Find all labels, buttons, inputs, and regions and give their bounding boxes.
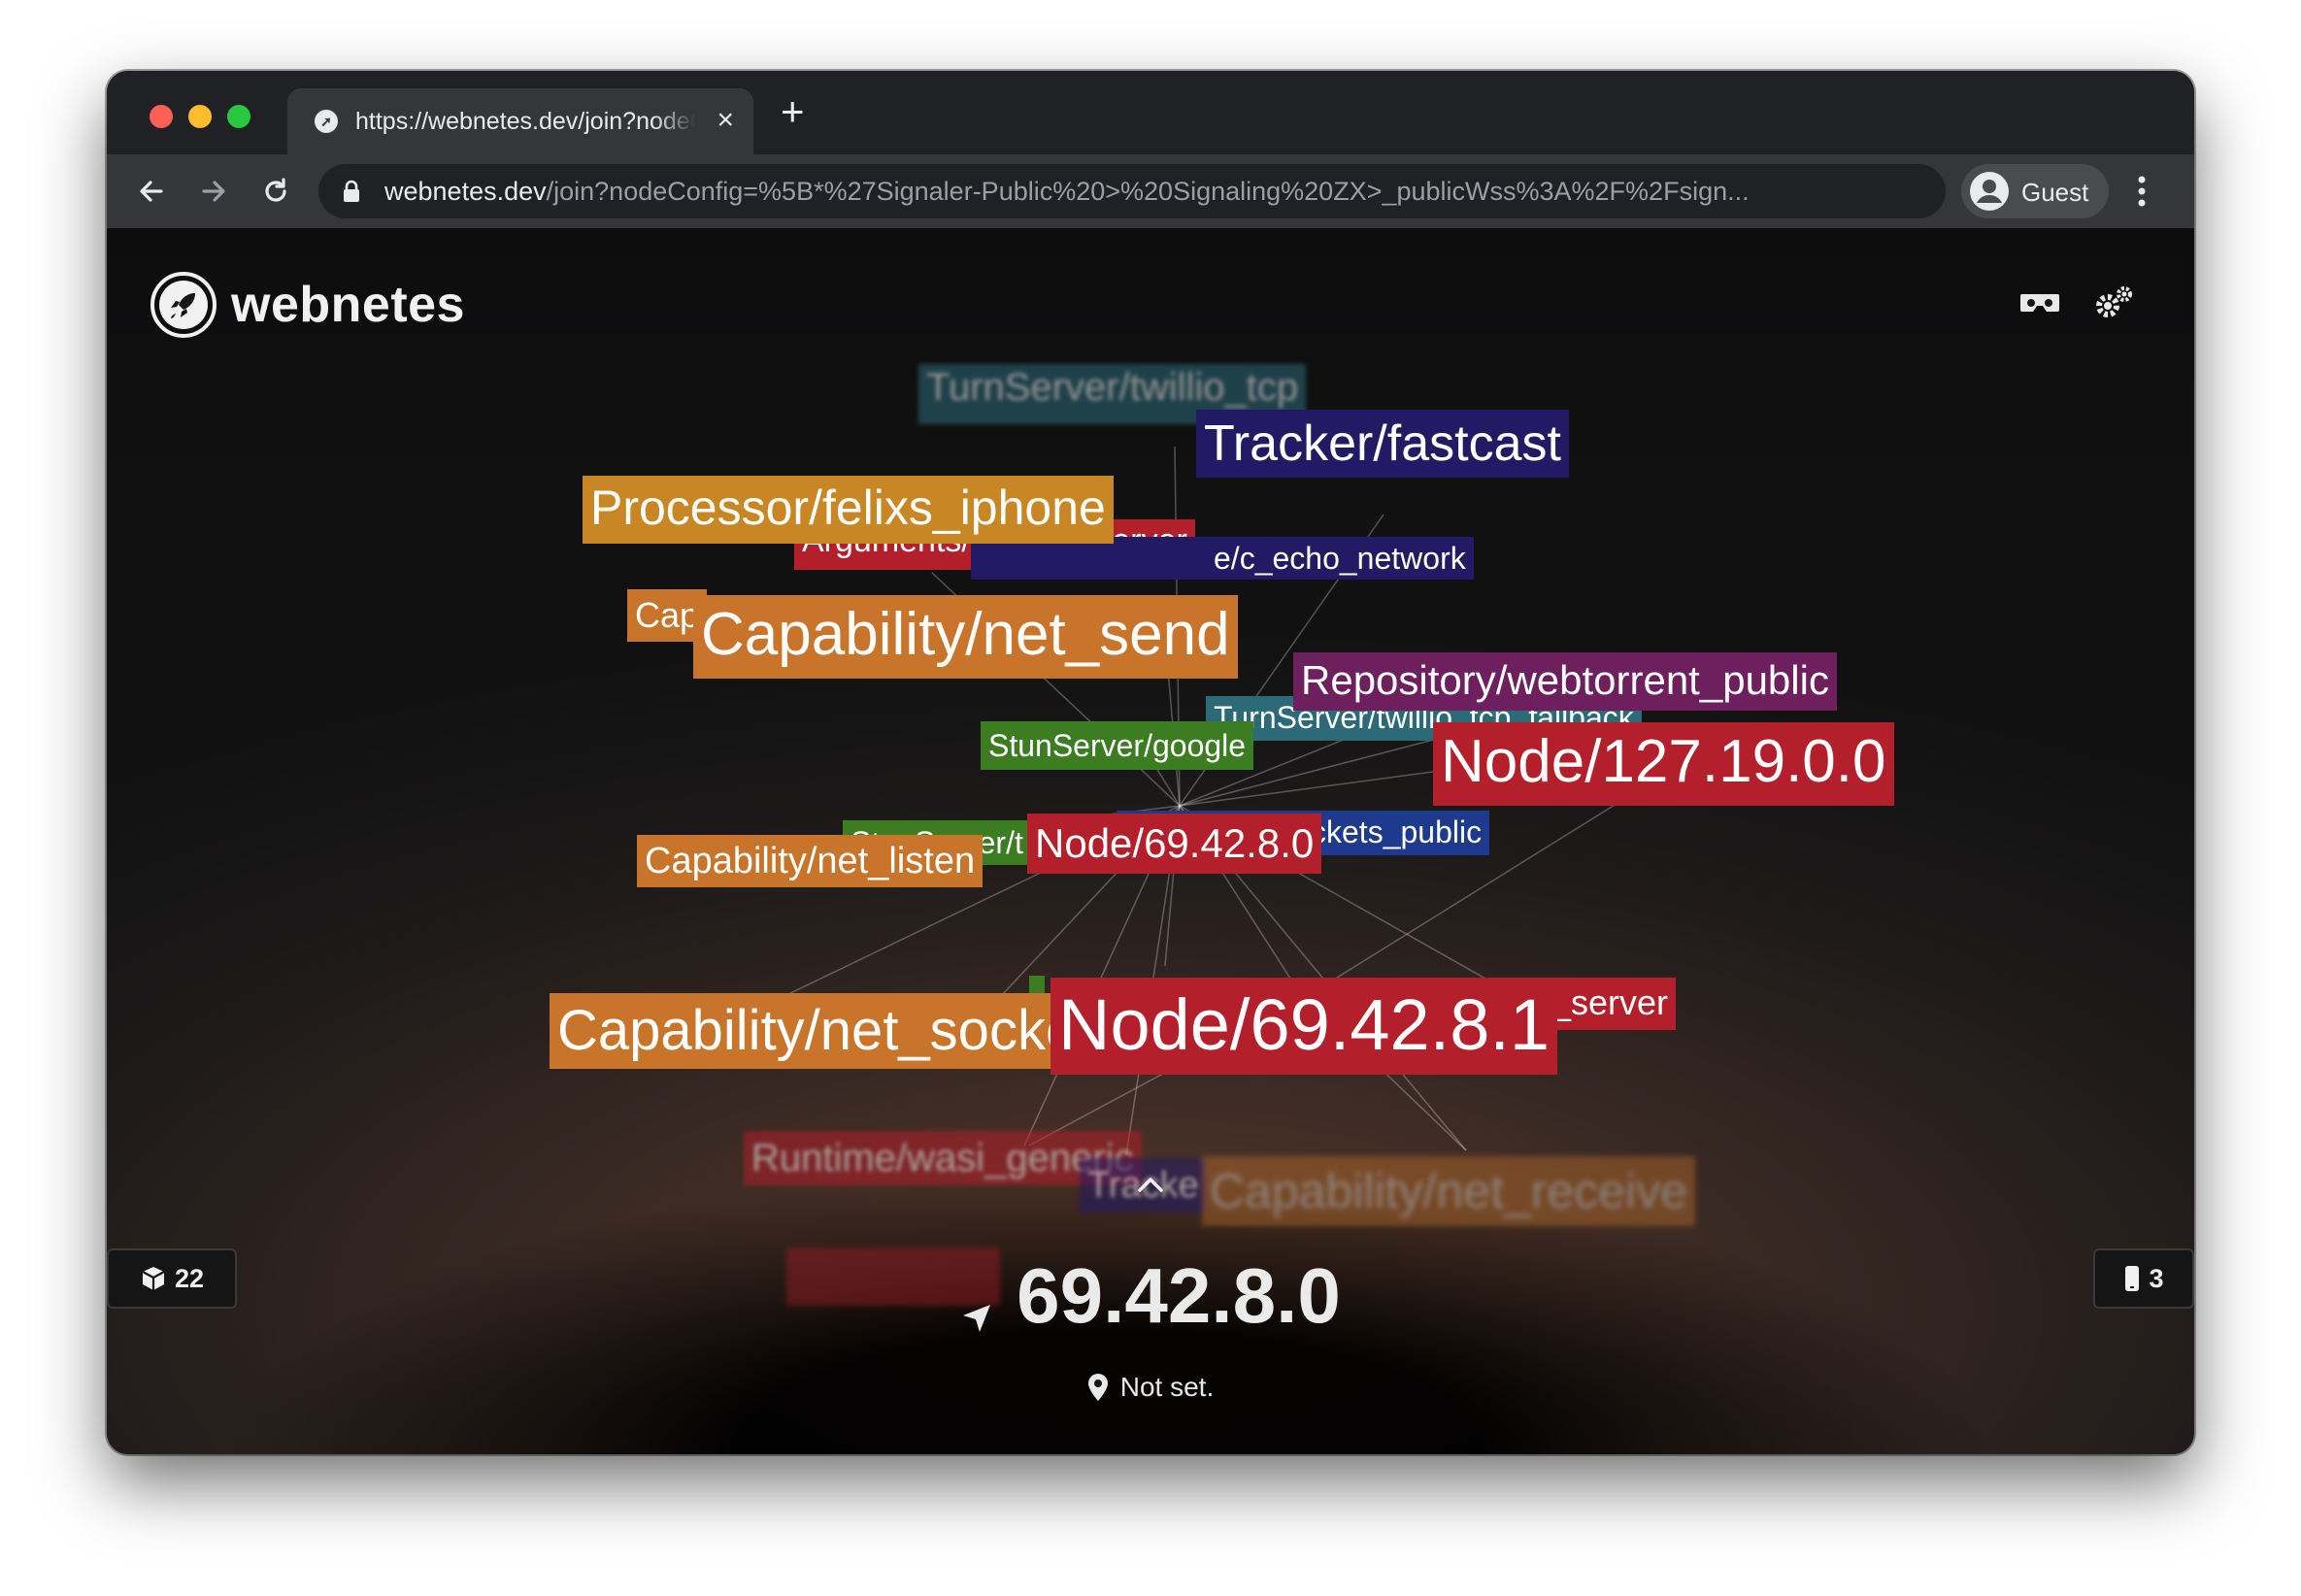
node-ip-row: 69.42.8.0: [107, 1252, 2194, 1340]
graph-label-net-listen[interactable]: Capability/net_listen: [637, 835, 984, 887]
graph-label-server[interactable]: _server: [1544, 978, 1677, 1030]
graph-label-node-69-1[interactable]: Node/69.42.8.1: [1050, 978, 1558, 1075]
graph-label-repository[interactable]: Repository/webtorrent_public: [1293, 652, 1837, 711]
graph-label-node-69-0[interactable]: Node/69.42.8.0: [1027, 814, 1322, 874]
graph-label-tracker[interactable]: Tracker/fastcast: [1196, 410, 1569, 478]
tab-strip: ➚ https://webnetes.dev/join?nodeConfig= …: [107, 71, 2194, 154]
node-ip: 69.42.8.0: [1017, 1252, 1341, 1339]
profile-label: Guest: [2021, 178, 2089, 207]
minimize-window-button[interactable]: [188, 105, 212, 128]
graph-label-processor[interactable]: Processor/felixs_iphone: [583, 476, 1114, 544]
expand-chevron-up-icon[interactable]: [1136, 1175, 1165, 1194]
forward-arrow-icon[interactable]: [192, 170, 235, 213]
reload-icon[interactable]: [254, 170, 297, 213]
url-path: /join?nodeConfig=%5B*%27Signaler-Public%…: [546, 177, 1750, 206]
browser-tab[interactable]: ➚ https://webnetes.dev/join?nodeConfig= …: [287, 88, 753, 154]
rocket-favicon-icon: ➚: [315, 110, 338, 133]
graph-label-net-send[interactable]: Capability/net_send: [693, 595, 1238, 679]
graph-label-net-socket[interactable]: Capability/net_socke: [550, 993, 1085, 1069]
guest-avatar-icon: [1970, 172, 2009, 211]
map-pin-icon: [1087, 1374, 1108, 1401]
browser-window: ➚ https://webnetes.dev/join?nodeConfig= …: [107, 71, 2194, 1454]
graph-label-node-127[interactable]: Node/127.19.0.0: [1433, 722, 1894, 806]
browser-toolbar: webnetes.dev/join?nodeConfig=%5B*%27Sign…: [107, 154, 2194, 228]
close-window-button[interactable]: [150, 105, 173, 128]
maximize-window-button[interactable]: [227, 105, 250, 128]
location-arrow-icon: [963, 1304, 991, 1332]
url-text: webnetes.dev/join?nodeConfig=%5B*%27Sign…: [384, 177, 1750, 206]
back-arrow-icon[interactable]: [130, 170, 173, 213]
webnetes-page: webnetes TurnServer/twillio_tcp e/c_echo…: [107, 228, 2194, 1454]
graph-label-stunserver-google[interactable]: StunServer/google: [981, 721, 1254, 770]
location-text: Not set.: [1119, 1372, 1215, 1402]
new-tab-button[interactable]: +: [781, 91, 805, 132]
graph-label-net-receive[interactable]: Capability/net_receive: [1202, 1156, 1695, 1226]
more-menu-icon[interactable]: [2136, 174, 2148, 209]
url-host: webnetes.dev: [384, 177, 547, 206]
address-bar[interactable]: webnetes.dev/join?nodeConfig=%5B*%27Sign…: [318, 164, 1946, 218]
location-row: Not set.: [107, 1372, 2194, 1403]
lock-icon: [344, 180, 359, 202]
profile-button[interactable]: Guest: [1961, 164, 2109, 218]
tab-title: https://webnetes.dev/join?nodeConfig=: [355, 108, 695, 135]
tab-close-icon[interactable]: ×: [717, 103, 734, 138]
